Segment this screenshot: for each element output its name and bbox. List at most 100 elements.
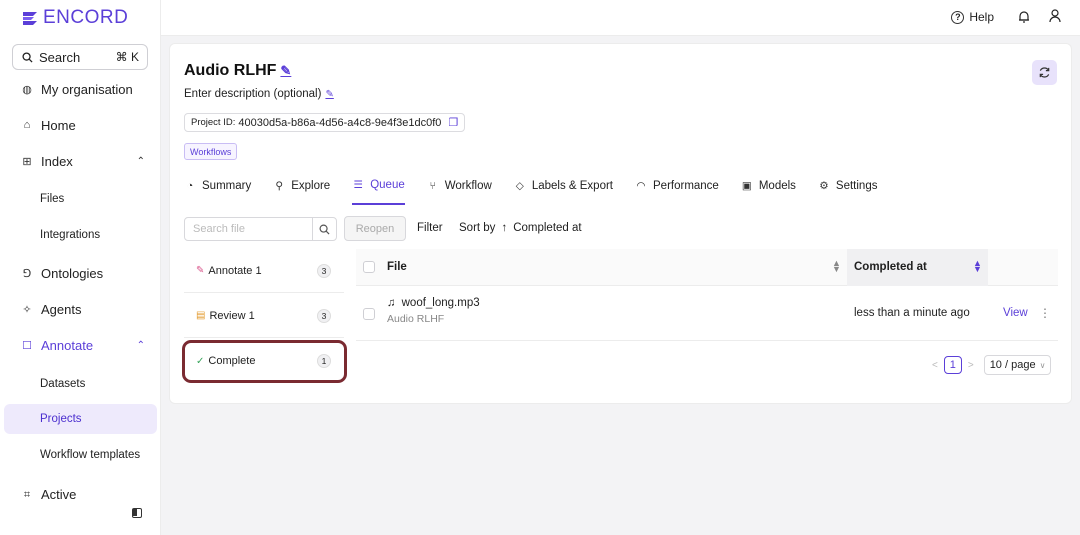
- sidebar: ENCORD Search ⌘ K ◍ My organisation ⌂ Ho…: [0, 0, 161, 535]
- next-page-icon[interactable]: >: [968, 360, 974, 371]
- project-title-text: Audio RLHF: [184, 62, 277, 79]
- sidebar-item-label: Projects: [40, 413, 82, 425]
- workflow-icon: ⑂: [429, 180, 436, 192]
- table-row[interactable]: ♫ woof_long.mp3 Audio RLHF less than a m…: [356, 286, 1058, 341]
- prev-page-icon[interactable]: <: [932, 360, 938, 371]
- sidebar-item-annotate[interactable]: ☐ Annotate ⌃: [0, 330, 161, 360]
- reopen-button[interactable]: Reopen: [344, 216, 406, 241]
- logo-text: ENCORD: [43, 7, 129, 28]
- sidebar-item-my-organisation[interactable]: ◍ My organisation: [0, 74, 161, 104]
- search-icon[interactable]: [312, 218, 336, 240]
- chevron-down-icon: ∨: [1039, 360, 1046, 370]
- tab-label: Settings: [835, 180, 878, 192]
- explore-icon: ⚲: [275, 180, 284, 192]
- tab-models[interactable]: ▣ Models: [741, 179, 796, 205]
- tab-workflow[interactable]: ⑂ Workflow: [427, 179, 492, 205]
- performance-icon: ◠: [636, 180, 646, 192]
- user-icon[interactable]: [1049, 9, 1061, 26]
- global-search[interactable]: Search ⌘ K: [12, 44, 148, 70]
- sidebar-item-agents[interactable]: ✧ Agents: [0, 294, 161, 324]
- tab-labels-export[interactable]: ◇ Labels & Export: [514, 179, 613, 205]
- completed-at-cell: less than a minute ago: [854, 307, 970, 319]
- tab-explore[interactable]: ⚲ Explore: [273, 179, 330, 205]
- sort-active-icon[interactable]: ▲ ▼: [973, 259, 982, 274]
- edit-description-icon[interactable]: ✎: [325, 89, 333, 100]
- file-cell: ♫ woof_long.mp3 Audio RLHF: [387, 297, 480, 325]
- models-icon: ▣: [741, 180, 752, 192]
- stage-review-1[interactable]: ▤ Review 1 3: [184, 294, 344, 338]
- home-icon: ⌂: [23, 119, 31, 131]
- page-size-select[interactable]: 10 / page ∨: [983, 355, 1052, 375]
- column-header-label: Completed at: [854, 261, 927, 273]
- column-header-completed-at[interactable]: Completed at ▲ ▼: [847, 249, 988, 286]
- row-checkbox[interactable]: [363, 308, 375, 320]
- annotate-icon: ☐: [22, 339, 32, 352]
- refresh-icon: [1039, 67, 1050, 78]
- sidebar-item-ontologies[interactable]: ⅁ Ontologies: [0, 258, 161, 288]
- annotate-stage-icon: ✎: [196, 265, 205, 276]
- column-header-file[interactable]: File: [387, 261, 407, 273]
- sidebar-item-files[interactable]: Files: [0, 184, 161, 214]
- more-options-icon[interactable]: ⋮: [1039, 306, 1051, 320]
- audio-file-icon: ♫: [387, 297, 396, 309]
- sidebar-item-label: My organisation: [41, 81, 133, 97]
- project-tabs: ◔ Summary ⚲ Explore ☰ Queue ⑂ Workflow ◇…: [184, 179, 877, 205]
- help-icon: ?: [951, 10, 965, 24]
- stage-annotate-1[interactable]: ✎ Annotate 1 3: [184, 249, 344, 293]
- sidebar-item-label: Index: [41, 153, 73, 169]
- file-search: [184, 217, 337, 241]
- collapse-sidebar-icon[interactable]: [132, 508, 142, 518]
- table-header: File ▲ ▼ Completed at ▲ ▼: [356, 249, 1058, 286]
- arrow-up-icon: ↑: [501, 222, 508, 234]
- tab-label: Workflow: [444, 180, 492, 192]
- project-title: Audio RLHF ✎: [184, 62, 291, 80]
- chevron-up-icon: ⌃: [136, 155, 145, 167]
- sort-by-control[interactable]: Sort by ↑ Completed at: [459, 222, 582, 234]
- project-description[interactable]: Enter description (optional) ✎: [184, 88, 334, 100]
- sidebar-item-label: Ontologies: [41, 265, 104, 281]
- tab-settings[interactable]: ⚙ Settings: [818, 179, 878, 205]
- stage-count: 3: [317, 308, 331, 323]
- bell-icon[interactable]: [1018, 10, 1030, 26]
- select-all-checkbox[interactable]: [363, 261, 375, 273]
- help-button[interactable]: ? Help: [951, 10, 994, 24]
- encord-logo[interactable]: ENCORD: [20, 7, 128, 29]
- pagination: < 1 > 10 / page ∨: [932, 355, 1052, 375]
- sidebar-item-integrations[interactable]: Integrations: [0, 220, 161, 250]
- topbar: ? Help: [161, 0, 1080, 36]
- sidebar-item-index[interactable]: ⊞ Index ⌃: [0, 146, 161, 176]
- encord-logo-icon: [23, 12, 37, 25]
- queue-icon: ☰: [353, 179, 363, 191]
- sidebar-item-active[interactable]: ⌗ Active: [0, 480, 161, 502]
- refresh-button[interactable]: [1032, 60, 1057, 85]
- tab-queue[interactable]: ☰ Queue: [352, 179, 405, 205]
- tab-summary[interactable]: ◔ Summary: [184, 179, 251, 205]
- search-label: Search: [39, 49, 81, 65]
- sort-value: Completed at: [513, 222, 582, 234]
- edit-title-icon[interactable]: ✎: [280, 63, 291, 79]
- tab-label: Queue: [370, 179, 405, 191]
- tab-label: Explore: [291, 180, 331, 192]
- copy-icon[interactable]: ❐: [448, 116, 458, 129]
- complete-stage-highlight: [182, 340, 347, 383]
- sort-icon[interactable]: ▲ ▼: [832, 259, 841, 274]
- project-card: Audio RLHF ✎ Enter description (optional…: [169, 43, 1072, 404]
- summary-icon: ◔: [186, 180, 194, 192]
- sidebar-item-label: Files: [40, 193, 65, 205]
- page-size-value: 10 / page: [989, 359, 1036, 371]
- sidebar-item-label: Home: [41, 117, 76, 133]
- filter-button[interactable]: Filter: [417, 222, 443, 234]
- page-number[interactable]: 1: [943, 356, 962, 374]
- tab-performance[interactable]: ◠ Performance: [635, 179, 718, 205]
- view-link[interactable]: View: [1003, 307, 1028, 319]
- index-icon: ⊞: [22, 155, 32, 168]
- sidebar-item-workflow-templates[interactable]: Workflow templates: [0, 440, 161, 470]
- search-file-input[interactable]: [185, 218, 312, 240]
- sidebar-item-home[interactable]: ⌂ Home: [0, 110, 161, 140]
- sidebar-item-datasets[interactable]: Datasets: [0, 369, 161, 399]
- sidebar-item-projects[interactable]: Projects: [4, 404, 157, 434]
- stage-label: Annotate 1: [208, 264, 262, 277]
- project-id: Project ID: 40030d5a-b86a-4d56-a4c8-9e4f…: [184, 113, 466, 132]
- help-label: Help: [969, 10, 994, 24]
- sidebar-item-label: Agents: [41, 301, 82, 317]
